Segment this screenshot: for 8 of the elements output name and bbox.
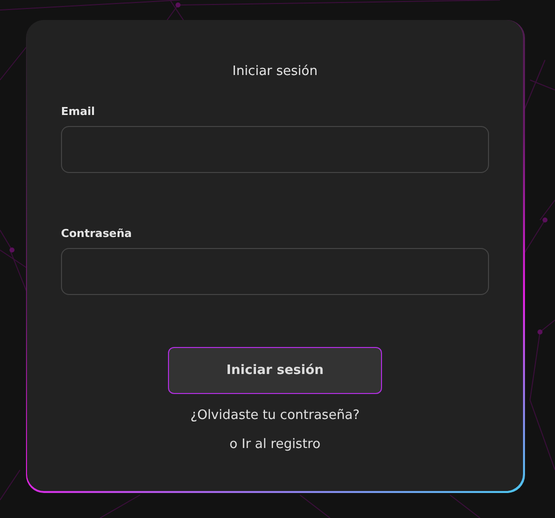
login-button[interactable]: Iniciar sesión [168, 347, 382, 394]
field-label: Email [61, 105, 96, 118]
input-field[interactable] [61, 126, 489, 173]
field-label: Contraseña [61, 227, 133, 240]
form-title: Iniciar sesión [231, 64, 319, 79]
text-link[interactable]: ¿Olvidaste tu contraseña? [190, 408, 360, 423]
input-field[interactable] [61, 248, 489, 295]
text-link[interactable]: o Ir al registro [230, 437, 320, 452]
